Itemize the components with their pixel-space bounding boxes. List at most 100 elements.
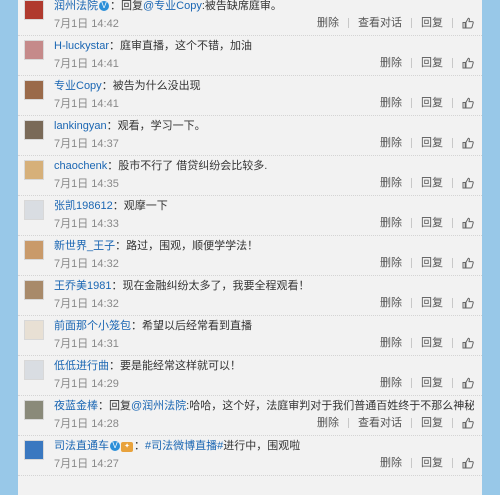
like-icon[interactable] xyxy=(462,177,474,189)
divider xyxy=(411,138,412,148)
reply-button[interactable]: 回复 xyxy=(421,456,443,470)
divider xyxy=(452,18,453,28)
username-link[interactable]: 司法直通车 xyxy=(54,440,109,452)
like-icon[interactable] xyxy=(462,417,474,429)
username-link[interactable]: 张凯198612 xyxy=(54,200,113,212)
divider xyxy=(411,418,412,428)
divider xyxy=(452,458,453,468)
comment-actions: 删除 回复 xyxy=(380,376,474,390)
reply-button[interactable]: 回复 xyxy=(421,416,443,430)
avatar[interactable] xyxy=(24,400,44,420)
username-link[interactable]: H-luckystar xyxy=(54,40,109,52)
divider xyxy=(411,18,412,28)
avatar[interactable] xyxy=(24,440,44,460)
comment-item: 新世界_王子：路过，围观，顺便学学法！ 7月1日 14:32 删除 回复 xyxy=(18,236,482,276)
reply-button[interactable]: 回复 xyxy=(421,16,443,30)
username-link[interactable]: chaochenk xyxy=(54,160,107,172)
comment-actions: 删除 回复 xyxy=(380,256,474,270)
delete-button[interactable]: 删除 xyxy=(380,456,402,470)
reply-button[interactable]: 回复 xyxy=(421,176,443,190)
comment-time: 7月1日 14:32 xyxy=(54,258,119,270)
like-icon[interactable] xyxy=(462,377,474,389)
comment-content: 司法直通车 V ✦ ：#司法微博直播#进行中，围观啦 xyxy=(54,439,474,453)
delete-button[interactable]: 删除 xyxy=(380,176,402,190)
avatar[interactable] xyxy=(24,160,44,180)
comment-time: 7月1日 14:32 xyxy=(54,298,119,310)
avatar[interactable] xyxy=(24,200,44,220)
like-icon[interactable] xyxy=(462,97,474,109)
mention-link[interactable]: #司法微博直播# xyxy=(145,440,223,452)
like-icon[interactable] xyxy=(462,297,474,309)
delete-button[interactable]: 删除 xyxy=(380,136,402,150)
delete-button[interactable]: 删除 xyxy=(380,96,402,110)
comment-content: 专业Copy：被告为什么没出现 xyxy=(54,79,474,93)
comment-item: 低低进行曲：要是能经常这样就可以！ 7月1日 14:29 删除 回复 xyxy=(18,356,482,396)
delete-button[interactable]: 删除 xyxy=(380,336,402,350)
like-icon[interactable] xyxy=(462,137,474,149)
username-link[interactable]: 低低进行曲 xyxy=(54,360,109,372)
reply-button[interactable]: 回复 xyxy=(421,96,443,110)
divider xyxy=(452,338,453,348)
view-conversation-button[interactable]: 查看对话 xyxy=(358,16,402,30)
colon-separator: ： xyxy=(111,280,123,292)
comment-content: 张凯198612：观摩一下 xyxy=(54,199,474,213)
divider xyxy=(452,258,453,268)
delete-button[interactable]: 删除 xyxy=(317,16,339,30)
reply-button[interactable]: 回复 xyxy=(421,136,443,150)
mention-link[interactable]: @专业Copy xyxy=(143,0,202,12)
like-icon[interactable] xyxy=(462,57,474,69)
reply-button[interactable]: 回复 xyxy=(421,336,443,350)
view-conversation-button[interactable]: 查看对话 xyxy=(358,416,402,430)
colon-separator: ： xyxy=(112,200,124,212)
comment-item: lankingyan：观看，学习一下。 7月1日 14:37 删除 回复 xyxy=(18,116,482,156)
divider xyxy=(411,98,412,108)
delete-button[interactable]: 删除 xyxy=(380,56,402,70)
delete-button[interactable]: 删除 xyxy=(380,256,402,270)
reply-button[interactable]: 回复 xyxy=(421,256,443,270)
comment-time: 7月1日 14:27 xyxy=(54,458,119,470)
username-link[interactable]: 专业Copy xyxy=(54,80,102,92)
avatar[interactable] xyxy=(24,120,44,140)
like-icon[interactable] xyxy=(462,17,474,29)
username-link[interactable]: 新世界_王子 xyxy=(54,240,115,252)
avatar[interactable] xyxy=(24,80,44,100)
username-link[interactable]: 润州法院 xyxy=(54,0,98,12)
divider xyxy=(452,58,453,68)
comment-text: 路过，围观，顺便学学法！ xyxy=(126,240,259,252)
comment-panel: 润州法院 V ：回复@专业Copy:被告缺席庭审。 7月1日 14:42 删除 查看对话回… xyxy=(18,0,482,495)
delete-button[interactable]: 删除 xyxy=(317,416,339,430)
avatar[interactable] xyxy=(24,280,44,300)
divider xyxy=(452,138,453,148)
like-icon[interactable] xyxy=(462,217,474,229)
avatar[interactable] xyxy=(24,240,44,260)
reply-button[interactable]: 回复 xyxy=(421,296,443,310)
delete-button[interactable]: 删除 xyxy=(380,376,402,390)
colon-separator: ： xyxy=(109,360,120,372)
username-link[interactable]: lankingyan xyxy=(54,120,107,132)
comment-item: H-luckystar：庭审直播，这个不错，加油 7月1日 14:41 删除 回复 xyxy=(18,36,482,76)
like-icon[interactable] xyxy=(462,257,474,269)
delete-button[interactable]: 删除 xyxy=(380,216,402,230)
comment-content: 王乔美1981：现在金融纠纷太多了，我要全程观看！ xyxy=(54,279,474,293)
username-link[interactable]: 夜蓝金棒 xyxy=(54,400,98,412)
reply-button[interactable]: 回复 xyxy=(421,56,443,70)
avatar[interactable] xyxy=(24,0,44,20)
reply-button[interactable]: 回复 xyxy=(421,376,443,390)
reply-button[interactable]: 回复 xyxy=(421,216,443,230)
divider xyxy=(452,298,453,308)
delete-button[interactable]: 删除 xyxy=(380,296,402,310)
comment-text: 股市不行了 借贷纠纷会比较多. xyxy=(118,160,268,172)
username-link[interactable]: 王乔美1981 xyxy=(54,280,111,292)
comment-time: 7月1日 14:28 xyxy=(54,418,119,430)
avatar[interactable] xyxy=(24,40,44,60)
like-icon[interactable] xyxy=(462,337,474,349)
mention-link[interactable]: @润州法院 xyxy=(131,400,186,412)
like-icon[interactable] xyxy=(462,457,474,469)
avatar[interactable] xyxy=(24,360,44,380)
comment-time: 7月1日 14:31 xyxy=(54,338,119,350)
divider xyxy=(411,258,412,268)
username-link[interactable]: 前面那个小笼包 xyxy=(54,320,131,332)
comment-item: 王乔美1981：现在金融纠纷太多了，我要全程观看！ 7月1日 14:32 删除 回复 xyxy=(18,276,482,316)
avatar[interactable] xyxy=(24,320,44,340)
comment-text: 希望以后经常看到直播 xyxy=(142,320,252,332)
